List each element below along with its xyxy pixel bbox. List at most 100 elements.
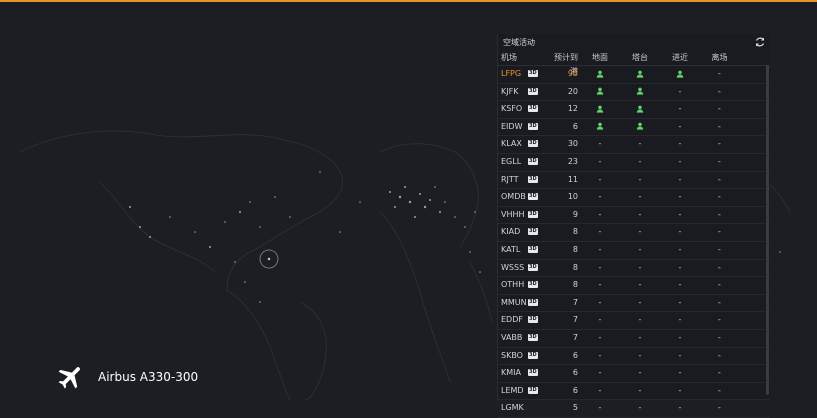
airport-row-skbo[interactable]: SKBO 3D 6 - - - - <box>498 348 770 366</box>
departure-cell: - <box>718 227 721 237</box>
approach-cell: - <box>678 174 682 184</box>
airport-row-wsss[interactable]: WSSS 3D 8 - - - - <box>498 260 770 278</box>
ground-cell: - <box>598 174 602 184</box>
airport-row-eddf[interactable]: EDDF 3D 7 - - - - <box>498 312 770 330</box>
ground-cell: - <box>598 209 602 219</box>
3d-badge[interactable]: 3D <box>528 369 538 377</box>
tower-cell: - <box>638 174 642 184</box>
controller-online-icon <box>636 105 644 113</box>
airport-code: KJFK <box>501 86 519 96</box>
airport-code-cell: LFPG 3D <box>498 66 553 83</box>
airport-code-cell: KATL 3D <box>498 242 553 259</box>
airport-row-othh[interactable]: OTHH 3D 8 - - - - <box>498 277 770 295</box>
airport-row-lgmk[interactable]: LGMK 5 - - - - <box>498 400 770 418</box>
col-approach[interactable]: 进近 <box>660 51 700 65</box>
airport-row-omdb[interactable]: OMDB 3D 10 - - - - <box>498 189 770 207</box>
3d-badge[interactable]: 3D <box>528 157 538 165</box>
approach-cell: - <box>678 244 682 254</box>
3d-badge[interactable]: 3D <box>528 193 538 201</box>
3d-badge[interactable]: 3D <box>528 386 538 394</box>
tower-cell: - <box>638 139 642 149</box>
ground-cell: - <box>598 227 602 237</box>
3d-badge[interactable]: 3D <box>528 316 538 324</box>
col-airport[interactable]: 机场 <box>498 51 553 65</box>
airport-row-kjfk[interactable]: KJFK 3D 20 - - <box>498 84 770 102</box>
3d-badge[interactable]: 3D <box>528 333 538 341</box>
table-header: 机场 预计到港 地面 塔台 进近 离场 <box>498 51 770 76</box>
airport-row-vabb[interactable]: VABB 3D 7 - - - - <box>498 330 770 348</box>
airport-code-cell: LEMD 3D <box>498 383 553 400</box>
airport-row-vhhh[interactable]: VHHH 3D 9 - - - - <box>498 207 770 225</box>
airport-row-rjtt[interactable]: RJTT 3D 11 - - - - <box>498 172 770 190</box>
controller-online-icon <box>636 122 644 130</box>
3d-badge[interactable]: 3D <box>528 175 538 183</box>
selected-flight-dot <box>267 257 271 261</box>
controller-online-icon <box>676 70 684 78</box>
scheduled-count: 93 <box>567 69 578 78</box>
col-ground[interactable]: 地面 <box>580 51 620 65</box>
3d-badge[interactable]: 3D <box>528 228 538 236</box>
col-departure[interactable]: 离场 <box>700 51 739 65</box>
departure-cell: - <box>718 332 721 342</box>
tower-cell: - <box>638 350 642 360</box>
3d-badge[interactable]: 3D <box>528 140 538 148</box>
3d-badge[interactable]: 3D <box>528 87 538 95</box>
3d-badge[interactable]: 3D <box>528 351 538 359</box>
airport-row-kiad[interactable]: KIAD 3D 8 - - - - <box>498 224 770 242</box>
3d-badge[interactable]: 3D <box>528 210 538 218</box>
airport-code: KSFO <box>501 104 523 114</box>
airport-code: SKBO <box>501 350 523 360</box>
airport-row-eidw[interactable]: EIDW 3D 6 - - <box>498 119 770 137</box>
3d-badge[interactable]: 3D <box>528 70 538 77</box>
airport-code: VABB <box>501 332 523 342</box>
approach-cell: - <box>678 209 682 219</box>
departure-cell: - <box>718 244 721 254</box>
ground-cell: - <box>598 297 602 307</box>
scheduled-count: 8 <box>572 244 578 254</box>
airport-row-klax[interactable]: KLAX 3D 30 - - - - <box>498 136 770 154</box>
airport-code: OMDB <box>501 192 526 202</box>
scheduled-count: 8 <box>572 280 578 290</box>
3d-badge[interactable]: 3D <box>528 122 538 130</box>
refresh-icon[interactable] <box>754 36 766 48</box>
approach-cell: - <box>678 139 682 149</box>
approach-cell: - <box>678 385 682 395</box>
3d-badge[interactable]: 3D <box>528 281 538 289</box>
3d-badge[interactable]: 3D <box>528 105 538 113</box>
3d-badge[interactable]: 3D <box>528 263 538 271</box>
aircraft-info[interactable]: Airbus A330-300 <box>56 362 198 392</box>
3d-badge[interactable]: 3D <box>528 245 538 253</box>
airspace-activity-panel: 空域活动 机场 预计到港 地面 塔台 进近 离场 LFPG 3D 93 - KJFK 3D… <box>497 34 770 418</box>
approach-cell: - <box>678 350 682 360</box>
airport-code-cell: RJTT 3D <box>498 172 553 189</box>
airport-row-kmia[interactable]: KMIA 3D 6 - - - - <box>498 365 770 383</box>
col-scheduled[interactable]: 预计到港 <box>553 51 580 76</box>
airport-code: OTHH <box>501 280 525 290</box>
departure-cell: - <box>718 174 721 184</box>
panel-scrollbar[interactable] <box>766 65 769 395</box>
tower-cell: - <box>638 192 642 202</box>
approach-cell: - <box>678 368 682 378</box>
3d-badge[interactable]: 3D <box>528 298 538 306</box>
approach-cell: - <box>678 262 682 272</box>
col-tower[interactable]: 塔台 <box>620 51 660 65</box>
approach-cell: - <box>678 192 682 202</box>
scheduled-count: 8 <box>572 227 578 237</box>
departure-cell: - <box>718 262 721 272</box>
tower-cell: - <box>638 280 642 290</box>
ground-cell <box>580 84 620 101</box>
approach-cell: - <box>678 297 682 307</box>
airport-row-ksfo[interactable]: KSFO 3D 12 - - <box>498 101 770 119</box>
airport-row-katl[interactable]: KATL 3D 8 - - - - <box>498 242 770 260</box>
airport-row-mmun[interactable]: MMUN 3D 7 - - - - <box>498 295 770 313</box>
scheduled-count: 7 <box>572 332 578 342</box>
ground-cell <box>580 66 620 83</box>
airport-row-lfpg[interactable]: LFPG 3D 93 - <box>498 66 770 84</box>
tower-cell: - <box>638 332 642 342</box>
departure-cell: - <box>718 280 721 290</box>
tower-cell <box>620 119 660 136</box>
ground-cell: - <box>598 403 602 413</box>
airport-row-egll[interactable]: EGLL 3D 23 - - - - <box>498 154 770 172</box>
airport-row-lemd[interactable]: LEMD 3D 6 - - - - <box>498 383 770 401</box>
scheduled-count: 20 <box>567 86 578 96</box>
